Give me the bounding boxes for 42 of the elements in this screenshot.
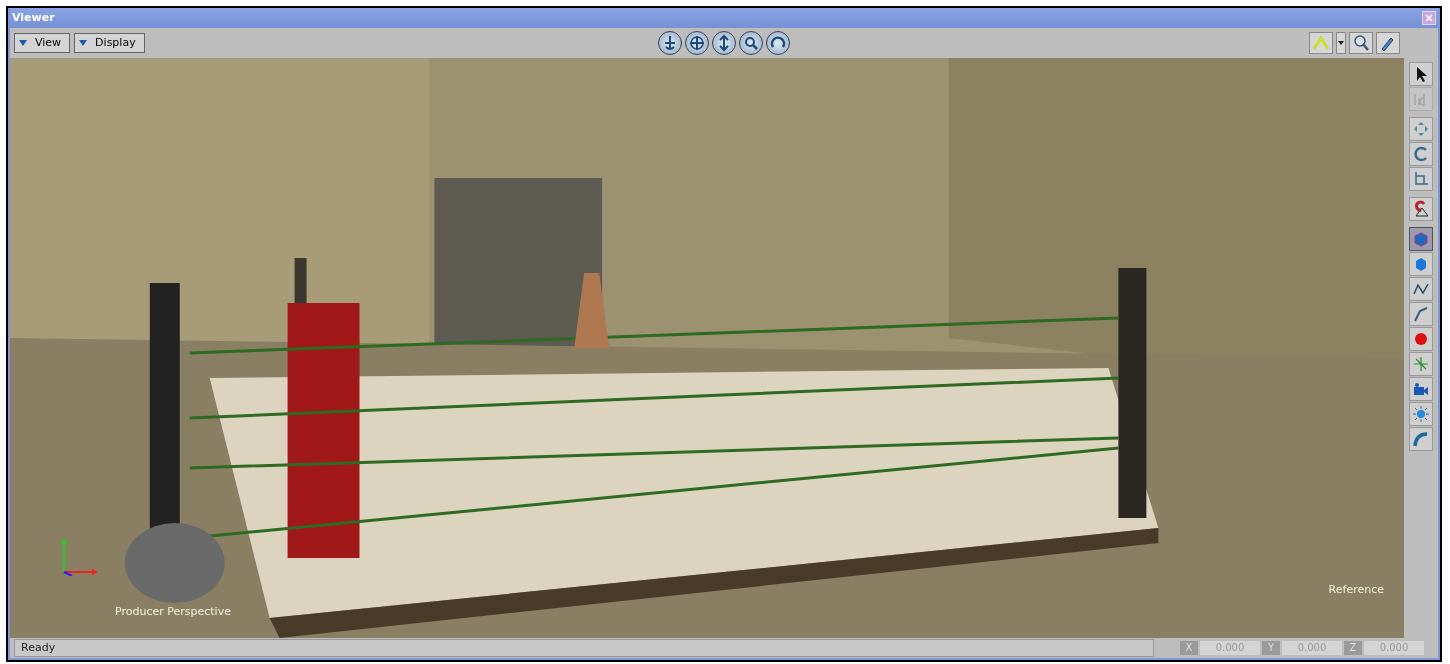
navigation-button[interactable] — [739, 31, 763, 55]
navigation-button[interactable] — [766, 31, 790, 55]
navigation-button[interactable] — [712, 31, 736, 55]
move-icon — [1412, 120, 1430, 138]
camera-label: Producer Perspective — [115, 603, 231, 620]
close-button[interactable] — [1422, 11, 1436, 25]
coordinate-field[interactable]: 0.000 — [1282, 641, 1342, 655]
window-title: Viewer — [12, 9, 55, 26]
close-icon — [1425, 14, 1433, 22]
curve-icon — [1312, 35, 1330, 51]
menu-button[interactable]: Display — [74, 33, 145, 53]
bone-icon — [1412, 305, 1430, 323]
sphere-icon — [1412, 330, 1430, 348]
move-icon — [688, 34, 706, 52]
caret-icon — [19, 40, 27, 46]
magnet-icon — [1412, 200, 1430, 218]
search-icon — [742, 34, 760, 52]
dropdown-button[interactable] — [1336, 32, 1346, 54]
rotate-icon — [1412, 145, 1430, 163]
menu-button[interactable]: View — [14, 33, 71, 53]
camera-icon — [1412, 380, 1430, 398]
search-icon — [1352, 34, 1370, 52]
cube-icon — [1412, 230, 1430, 248]
axis-label: X — [1180, 641, 1198, 655]
coordinate-field[interactable]: 0.000 — [1200, 641, 1260, 655]
coordinate-field[interactable]: 0.000 — [1364, 641, 1424, 655]
light-icon — [1412, 405, 1430, 423]
scale-icon — [1412, 170, 1430, 188]
view-label: Reference — [1328, 581, 1384, 598]
zoom-2d-button[interactable] — [1349, 32, 1373, 54]
caret-icon — [1338, 41, 1344, 45]
tool-button[interactable] — [1409, 277, 1433, 301]
status-text: Ready — [14, 639, 1154, 657]
tool-button[interactable] — [1409, 62, 1433, 86]
navigation-button[interactable] — [658, 31, 682, 55]
tube-icon — [1412, 430, 1430, 448]
axis-label: Z — [1344, 641, 1362, 655]
axis-label: Y — [1262, 641, 1280, 655]
pen-button[interactable] — [1376, 32, 1400, 54]
caret-icon — [79, 40, 88, 46]
axes-icon — [1412, 355, 1430, 373]
navigation-button[interactable] — [685, 31, 709, 55]
